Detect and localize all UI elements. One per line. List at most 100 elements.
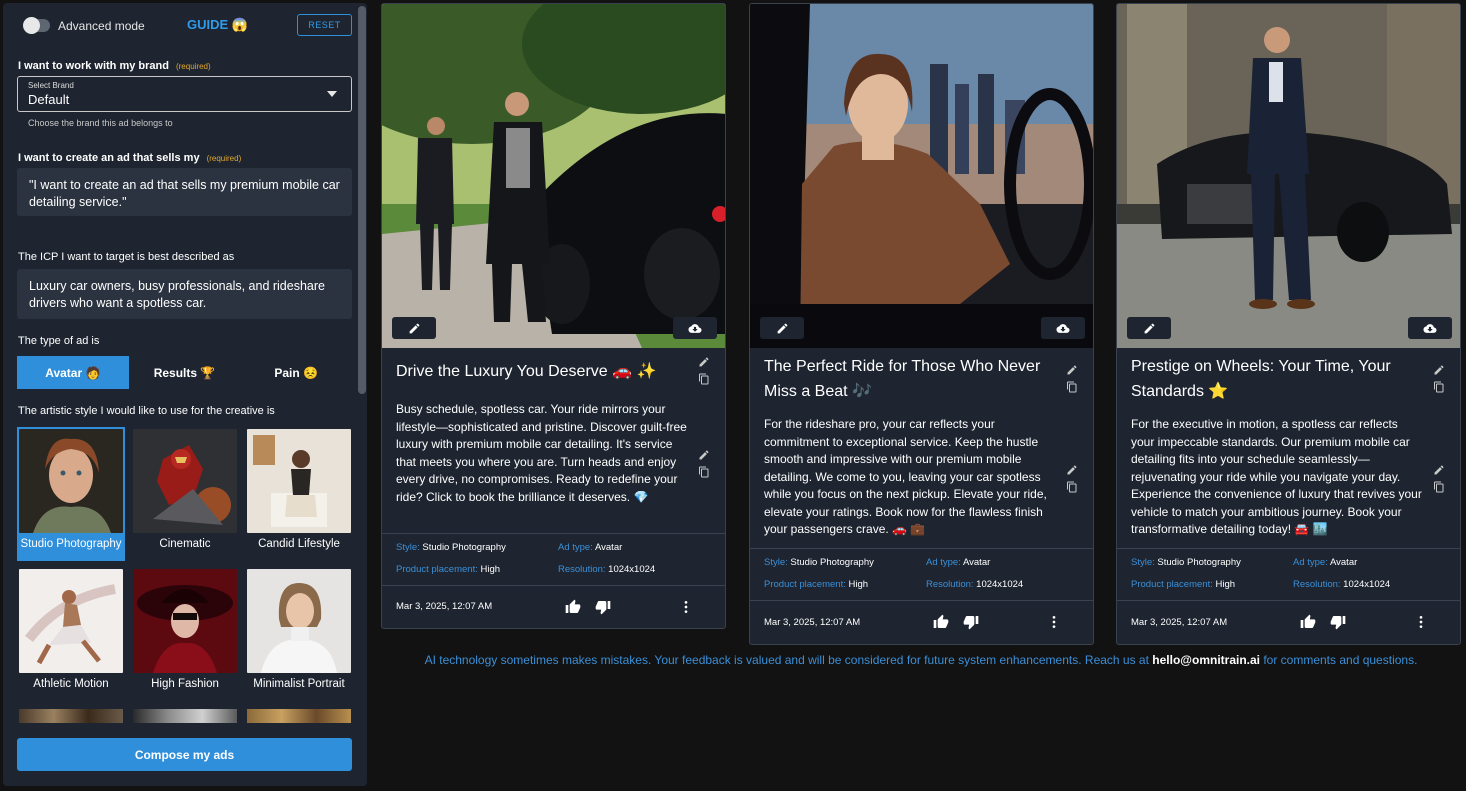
copy-body-icon[interactable] — [1433, 481, 1445, 493]
guide-label: GUIDE — [187, 17, 229, 32]
meta-ad-type: Ad type: Avatar — [926, 557, 990, 568]
ad-card: Drive the Luxury You Deserve 🚗 ✨ Busy sc… — [381, 3, 726, 629]
style-option-label: Studio Photography — [20, 538, 122, 550]
meta-value: Avatar — [594, 542, 623, 553]
divider — [382, 585, 725, 586]
edit-headline-icon[interactable] — [1433, 364, 1445, 376]
guide-link[interactable]: GUIDE 😱 — [187, 17, 248, 33]
meta-value: High — [848, 579, 869, 590]
style-option-studio-photography[interactable]: Studio Photography — [17, 427, 125, 561]
meta-resolution: Resolution: 1024x1024 — [1293, 579, 1390, 590]
meta-ad-type: Ad type: Avatar — [558, 542, 622, 553]
meta-value: 1024x1024 — [976, 579, 1024, 590]
candid-lifestyle-thumbnail — [247, 429, 351, 533]
meta-value: 1024x1024 — [608, 564, 656, 575]
divider — [1117, 548, 1460, 549]
athletic-motion-thumbnail — [19, 569, 123, 673]
ad-card: Prestige on Wheels: Your Time, Your Stan… — [1116, 3, 1461, 645]
thumbs-down-icon[interactable] — [963, 614, 979, 630]
copy-headline-icon[interactable] — [698, 373, 710, 385]
style-thumbnail-partial — [19, 709, 123, 723]
edit-image-button[interactable] — [392, 317, 436, 339]
brand-label-text: I want to work with my brand — [18, 60, 169, 72]
meta-style: Style: Studio Photography — [1131, 557, 1241, 568]
edit-body-icon[interactable] — [698, 449, 710, 461]
sidebar-scrollbar[interactable] — [358, 6, 366, 394]
required-badge: (required) — [175, 62, 211, 71]
more-vertical-icon[interactable] — [678, 599, 694, 615]
copy-body-icon[interactable] — [1066, 481, 1078, 493]
edit-headline-icon[interactable] — [698, 356, 710, 368]
thumbs-down-icon[interactable] — [1330, 614, 1346, 630]
style-option-label: High Fashion — [151, 678, 219, 690]
copy-body-icon[interactable] — [698, 466, 710, 478]
divider — [750, 548, 1093, 549]
thumbs-down-icon[interactable] — [595, 599, 611, 615]
compose-ads-button[interactable]: Compose my ads — [17, 738, 352, 771]
product-input[interactable]: "I want to create an ad that sells my pr… — [17, 168, 352, 216]
notice-text: for comments and questions. — [1260, 653, 1418, 667]
product-label: I want to create an ad that sells my (req… — [18, 152, 241, 164]
thumbs-up-icon[interactable] — [933, 614, 949, 630]
sidebar-form: Advanced mode GUIDE 😱 RESET I want to wo… — [3, 3, 367, 786]
style-option-minimalist-portrait[interactable]: Minimalist Portrait — [245, 567, 353, 701]
download-image-button[interactable] — [1408, 317, 1452, 339]
meta-key: Style: — [764, 557, 788, 568]
feedback-notice: AI technology sometimes makes mistakes. … — [385, 653, 1457, 667]
tab-pain[interactable]: Pain 😣 — [240, 356, 353, 389]
style-option-cinematic[interactable]: Cinematic — [131, 427, 239, 561]
style-option-high-fashion[interactable]: High Fashion — [131, 567, 239, 701]
edit-image-button[interactable] — [1127, 317, 1171, 339]
tab-results[interactable]: Results 🏆 — [128, 356, 241, 389]
meta-key: Ad type: — [558, 542, 593, 553]
edit-body-icon[interactable] — [1066, 464, 1078, 476]
meta-resolution: Resolution: 1024x1024 — [926, 579, 1023, 590]
minimalist-portrait-thumbnail — [247, 569, 351, 673]
meta-value: Studio Photography — [1157, 557, 1241, 568]
cloud-download-icon — [1056, 323, 1070, 333]
tab-avatar[interactable]: Avatar 🧑 — [17, 356, 129, 389]
icp-input[interactable]: Luxury car owners, busy professionals, a… — [17, 269, 352, 319]
style-option-athletic-motion[interactable]: Athletic Motion — [17, 567, 125, 701]
meta-key: Style: — [396, 542, 420, 553]
pencil-icon — [1144, 323, 1154, 333]
divider — [1117, 600, 1460, 601]
reset-button[interactable]: RESET — [297, 14, 352, 36]
meta-key: Product placement: — [764, 579, 846, 590]
style-thumbnail-partial — [133, 709, 237, 723]
contact-email-link[interactable]: hello@omnitrain.ai — [1152, 653, 1260, 667]
download-image-button[interactable] — [1041, 317, 1085, 339]
meta-ad-type: Ad type: Avatar — [1293, 557, 1357, 568]
ad-type-tabs: Avatar 🧑 Results 🏆 Pain 😣 — [17, 356, 353, 389]
studio-photography-thumbnail — [19, 429, 123, 533]
brand-select[interactable]: Select Brand Default — [17, 76, 352, 112]
more-vertical-icon[interactable] — [1046, 614, 1062, 630]
ad-headline: Prestige on Wheels: Your Time, Your Stan… — [1131, 358, 1391, 400]
download-image-button[interactable] — [673, 317, 717, 339]
notice-text: AI technology sometimes makes mistakes. … — [424, 653, 1153, 667]
icp-label: The ICP I want to target is best describ… — [18, 251, 235, 263]
edit-image-button[interactable] — [760, 317, 804, 339]
ad-image-park-car — [382, 4, 725, 348]
advanced-mode-toggle[interactable] — [23, 17, 50, 34]
style-option-label: Cinematic — [159, 538, 211, 550]
style-option-candid-lifestyle[interactable]: Candid Lifestyle — [245, 427, 353, 561]
toggle-knob — [23, 17, 40, 34]
meta-key: Resolution: — [926, 579, 974, 590]
meta-key: Ad type: — [1293, 557, 1328, 568]
meta-style: Style: Studio Photography — [764, 557, 874, 568]
sidebar-header: Advanced mode GUIDE 😱 RESET — [3, 13, 367, 43]
meta-value: High — [1215, 579, 1236, 590]
more-vertical-icon[interactable] — [1413, 614, 1429, 630]
copy-headline-icon[interactable] — [1066, 381, 1078, 393]
meta-style: Style: Studio Photography — [396, 542, 506, 553]
edit-body-icon[interactable] — [1433, 464, 1445, 476]
thumbs-up-icon[interactable] — [565, 599, 581, 615]
ad-date: Mar 3, 2025, 12:07 AM — [396, 601, 493, 612]
edit-headline-icon[interactable] — [1066, 364, 1078, 376]
ad-image-executive-car — [1117, 4, 1460, 348]
copy-headline-icon[interactable] — [1433, 381, 1445, 393]
thumbs-up-icon[interactable] — [1300, 614, 1316, 630]
ad-headline: Drive the Luxury You Deserve 🚗 ✨ — [396, 363, 657, 380]
meta-key: Resolution: — [1293, 579, 1341, 590]
